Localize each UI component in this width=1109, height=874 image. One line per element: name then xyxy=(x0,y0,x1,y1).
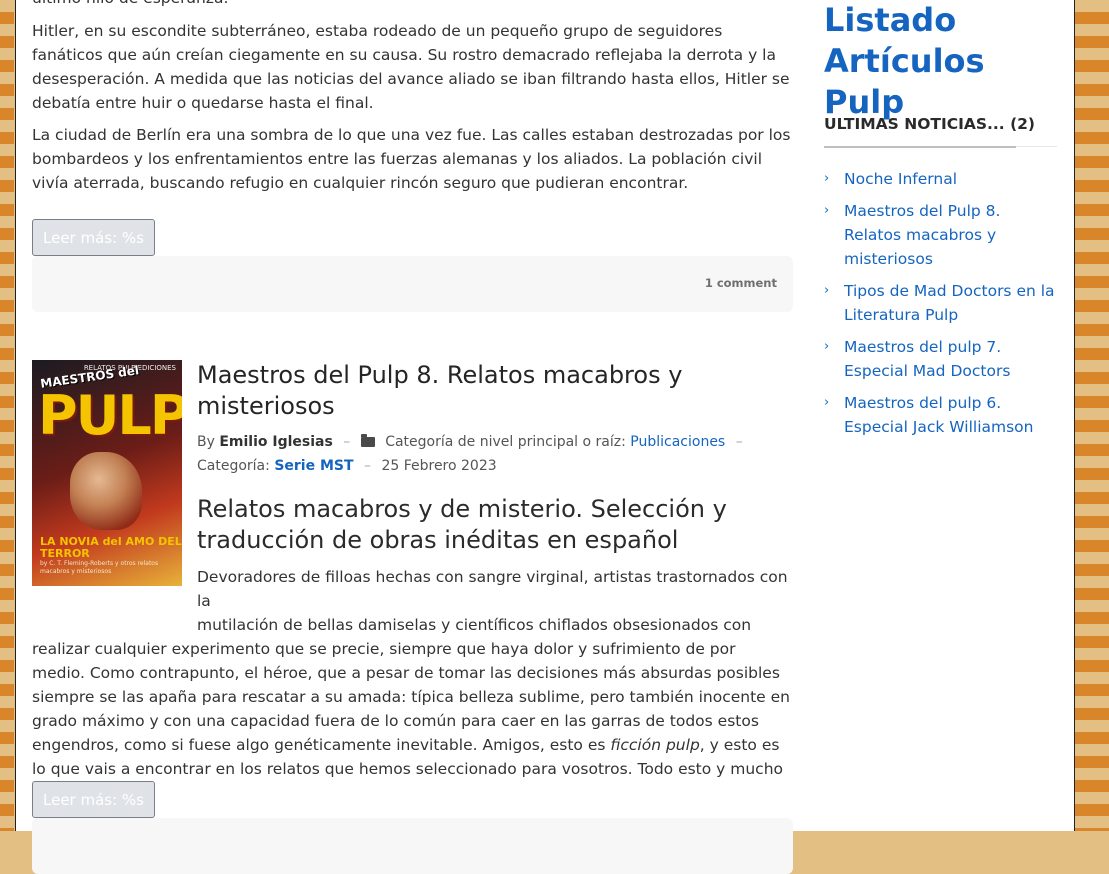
read-more-button[interactable]: Leer más: %s xyxy=(32,219,155,256)
sidebar-news-item[interactable]: › Noche Infernal xyxy=(824,167,1057,191)
category-link[interactable]: Serie MST xyxy=(274,458,353,474)
chevron-right-icon: › xyxy=(824,171,830,186)
cover-story-title: LA NOVIA del AMO DEL TERROR xyxy=(40,535,182,560)
page-container: último hilo de esperanza. Hitler, en su … xyxy=(15,0,1075,874)
cover-logo: PULP xyxy=(38,384,182,447)
article-body: Devoradores de filloas hechas con sangre… xyxy=(32,565,793,805)
article-text-cut: último hilo de esperanza. xyxy=(32,0,793,10)
category-label: Categoría: xyxy=(197,458,270,474)
article-body-line: Devoradores de filloas hechas con sangre… xyxy=(197,568,788,610)
parent-category-link[interactable]: Publicaciones xyxy=(630,434,725,450)
sidebar-news-link[interactable]: Noche Infernal xyxy=(844,167,1057,191)
read-more-button[interactable]: Leer más: %s xyxy=(32,781,155,818)
sidebar-news-link[interactable]: Maestros del pulp 6. Especial Jack Willi… xyxy=(844,391,1057,439)
comments-link[interactable]: 1 comment xyxy=(705,276,777,290)
background-stripes-right xyxy=(1075,0,1109,831)
article-date: 25 Febrero 2023 xyxy=(381,458,497,474)
background-stripes-left xyxy=(0,0,14,831)
article-meta-line1: By Emilio Iglesias – Categoría de nivel … xyxy=(197,434,743,450)
article-paragraph: La ciudad de Berlín era una sombra de lo… xyxy=(32,126,791,192)
author-name: Emilio Iglesias xyxy=(219,434,333,450)
sidebar-news-link[interactable]: Tipos de Mad Doctors en la Literatura Pu… xyxy=(844,279,1057,327)
article-footer xyxy=(32,818,793,874)
article-meta-line2: Categoría: Serie MST – 25 Febrero 2023 xyxy=(197,458,497,474)
article-paragraph: Hitler, en su escondite subterráneo, est… xyxy=(32,22,790,112)
cover-illustration xyxy=(70,452,142,530)
author-by-label: By xyxy=(197,434,215,450)
article-subtitle: Relatos macabros y de misterio. Selecció… xyxy=(197,495,727,554)
widget-divider xyxy=(824,146,1057,148)
article-body-line: mutilación de bellas damiselas y científ… xyxy=(197,616,752,634)
sidebar-news-item[interactable]: › Maestros del pulp 6. Especial Jack Wil… xyxy=(824,391,1057,439)
sidebar-news-link[interactable]: Maestros del pulp 7. Especial Mad Doctor… xyxy=(844,335,1057,383)
chevron-right-icon: › xyxy=(824,283,830,298)
sidebar-news-item[interactable]: › Tipos de Mad Doctors en la Literatura … xyxy=(824,279,1057,327)
article-body-emphasis: ficción pulp xyxy=(610,736,700,754)
sidebar-news-item[interactable]: › Maestros del Pulp 8. Relatos macabros … xyxy=(824,199,1057,271)
chevron-right-icon: › xyxy=(824,395,830,410)
chevron-right-icon: › xyxy=(824,339,830,354)
article-title[interactable]: Maestros del Pulp 8. Relatos macabros y … xyxy=(197,360,717,422)
folder-icon xyxy=(360,434,375,447)
sidebar-title: Listado Artículos Pulp xyxy=(824,1,985,121)
chevron-right-icon: › xyxy=(824,203,830,218)
article-thumbnail[interactable]: RELATOS PULP EDICIONES MAESTROS del PULP… xyxy=(32,360,182,586)
sidebar-news-item[interactable]: › Maestros del pulp 7. Especial Mad Doct… xyxy=(824,335,1057,383)
parent-category-label: Categoría de nivel principal o raíz: xyxy=(385,434,626,450)
sidebar-news-link[interactable]: Maestros del Pulp 8. Relatos macabros y … xyxy=(844,199,1057,271)
article-footer: 1 comment xyxy=(32,256,793,312)
widget-title: ULTIMAS NOTICIAS... (2) xyxy=(824,115,1036,133)
